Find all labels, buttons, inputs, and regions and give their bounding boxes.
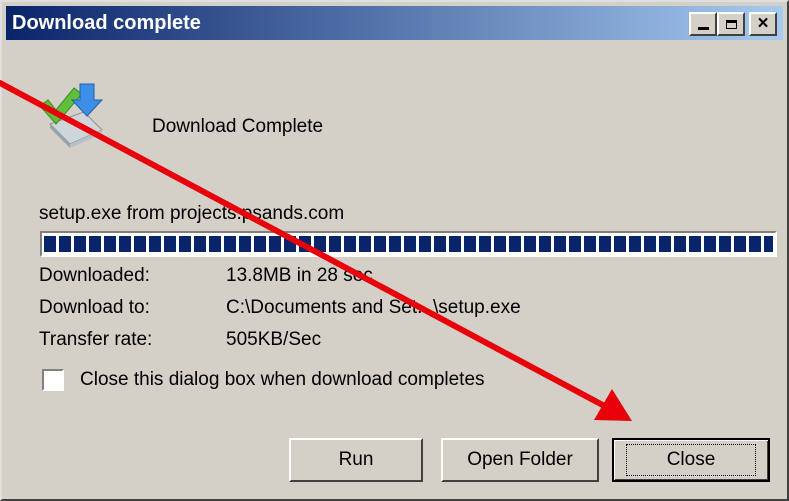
minimize-button[interactable]: [689, 12, 717, 36]
maximize-icon: [719, 14, 743, 34]
close-icon: ×: [757, 13, 769, 34]
status-heading: Download Complete: [152, 116, 324, 137]
close-button[interactable]: Close: [612, 438, 770, 482]
download-complete-icon: [39, 83, 104, 148]
open-folder-button[interactable]: Open Folder: [441, 438, 599, 482]
download-to-label: Download to:: [39, 297, 150, 318]
close-on-complete-label[interactable]: Close this dialog box when download comp…: [80, 369, 485, 391]
maximize-button[interactable]: [717, 12, 745, 36]
downloaded-value: 13.8MB in 28 sec: [226, 265, 373, 286]
close-button-label: Close: [625, 444, 757, 476]
close-on-complete-checkbox[interactable]: [42, 369, 64, 391]
transfer-rate-label: Transfer rate:: [39, 329, 153, 350]
file-source-text: setup.exe from projects.psands.com: [39, 203, 345, 224]
progress-fill: [44, 236, 773, 252]
minimize-icon: [691, 14, 715, 34]
title-bar[interactable]: Download complete ×: [6, 6, 783, 40]
run-button[interactable]: Run: [289, 438, 423, 482]
download-to-value: C:\Documents and Set...\setup.exe: [226, 297, 521, 318]
downloaded-label: Downloaded:: [39, 265, 150, 286]
download-progress-bar: [40, 231, 777, 257]
window-title: Download complete: [12, 12, 201, 34]
transfer-rate-value: 505KB/Sec: [226, 329, 322, 350]
title-close-button[interactable]: ×: [749, 12, 777, 36]
download-complete-dialog: Download complete × Download Complete se…: [0, 0, 789, 501]
